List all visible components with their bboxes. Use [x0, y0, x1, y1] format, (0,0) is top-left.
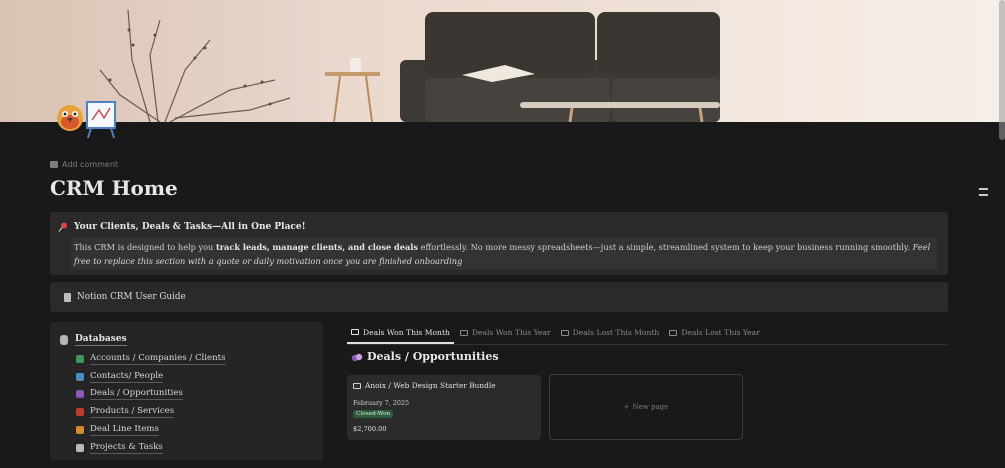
user-guide-link[interactable]: Notion CRM User Guide: [77, 292, 186, 302]
intro-callout[interactable]: Your Clients, Deals & Tasks—All in One P…: [50, 212, 948, 275]
database-link-label: Products / Services: [90, 406, 175, 419]
toc-line-icon: [979, 188, 988, 190]
cover-image[interactable]: [0, 0, 1005, 122]
deals-title-label: Deals / Opportunities: [367, 350, 499, 363]
tab-label: Deals Won This Year: [471, 328, 551, 337]
parrot-and-easel-icon: [57, 101, 116, 139]
tab-deals-lost-this-year[interactable]: Deals Lost This Year: [665, 322, 764, 343]
pushpin-icon: [76, 443, 84, 452]
new-page-label: New page: [632, 403, 669, 411]
tab-label: Deals Won This Month: [363, 327, 450, 337]
database-links-list: Accounts / Companies / Clients Contacts/…: [76, 350, 226, 457]
people-icon: [76, 372, 84, 381]
deal-card-title: Anoix / Web Design Starter Bundle: [353, 381, 496, 390]
deal-view-tabs: Deals Won This Month Deals Won This Year…: [347, 322, 947, 345]
database-link-accounts[interactable]: Accounts / Companies / Clients: [76, 350, 226, 368]
tab-deals-lost-this-month[interactable]: Deals Lost This Month: [557, 322, 664, 343]
tab-deals-won-this-month[interactable]: Deals Won This Month: [347, 322, 454, 344]
document-icon: [64, 292, 71, 302]
handshake-icon: [76, 390, 84, 399]
databases-panel: Databases Accounts / Companies / Clients…: [50, 322, 323, 460]
database-link-label: Deals / Opportunities: [90, 388, 183, 401]
deal-card[interactable]: Anoix / Web Design Starter Bundle Februa…: [347, 375, 541, 440]
deal-card-date: February 7, 2025: [353, 399, 410, 407]
callout-text-2: effortlessly. No more messy spreadsheets…: [418, 242, 913, 252]
gift-icon: [76, 408, 84, 417]
toc-line-icon: [979, 194, 988, 196]
money-icon: [353, 382, 361, 389]
page-scrollbar[interactable]: [999, 0, 1005, 140]
callout-body: This CRM is designed to help you track l…: [71, 238, 937, 270]
user-guide-callout[interactable]: Notion CRM User Guide: [50, 282, 948, 312]
databases-title: Databases: [75, 334, 127, 346]
page-icon-crm-emoji[interactable]: [54, 98, 120, 139]
deal-card-amount: $2,700.00: [353, 425, 387, 433]
database-link-projects[interactable]: Projects & Tasks: [76, 439, 226, 457]
database-link-line-items[interactable]: Deal Line Items: [76, 421, 226, 439]
database-link-label: Contacts/ People: [90, 370, 164, 383]
table-of-contents-toggle[interactable]: [979, 188, 988, 200]
callout-text-1: This CRM is designed to help you: [74, 242, 216, 252]
money-icon: [459, 329, 468, 336]
deals-database-title[interactable]: Deals / Opportunities: [351, 350, 499, 363]
database-link-contacts[interactable]: Contacts/ People: [76, 368, 226, 386]
pushpin-icon: [58, 222, 67, 232]
status-badge: Closed-Won: [353, 410, 394, 418]
page-title[interactable]: CRM Home: [50, 176, 178, 200]
database-link-deals[interactable]: Deals / Opportunities: [76, 386, 226, 404]
add-comment-button[interactable]: Add comment: [50, 160, 118, 169]
cover-living-room-illustration: [99, 9, 720, 122]
tab-label: Deals Lost This Year: [681, 328, 760, 337]
plus-icon: +: [623, 403, 630, 411]
money-icon: [351, 329, 359, 335]
callout-bold-text: track leads, manage clients, and close d…: [215, 242, 419, 252]
comment-icon: [50, 161, 58, 168]
database-link-label: Accounts / Companies / Clients: [90, 352, 226, 365]
databases-heading[interactable]: Databases: [60, 334, 127, 346]
database-link-label: Projects & Tasks: [90, 441, 163, 454]
money-icon: [669, 329, 678, 336]
database-link-products[interactable]: Products / Services: [76, 403, 226, 421]
pencil-icon: [76, 426, 84, 435]
envelope-icon: [76, 354, 84, 363]
database-icon: [60, 335, 68, 345]
deal-card-title-label: Anoix / Web Design Starter Bundle: [365, 381, 496, 390]
new-page-button[interactable]: + New page: [549, 374, 743, 440]
add-comment-label: Add comment: [62, 160, 119, 169]
tab-deals-won-this-year[interactable]: Deals Won This Year: [456, 322, 555, 343]
handshake-icon: [351, 353, 363, 361]
callout-title: Your Clients, Deals & Tasks—All in One P…: [74, 222, 306, 232]
database-link-label: Deal Line Items: [90, 424, 159, 437]
money-icon: [560, 329, 569, 336]
tab-label: Deals Lost This Month: [572, 328, 660, 337]
